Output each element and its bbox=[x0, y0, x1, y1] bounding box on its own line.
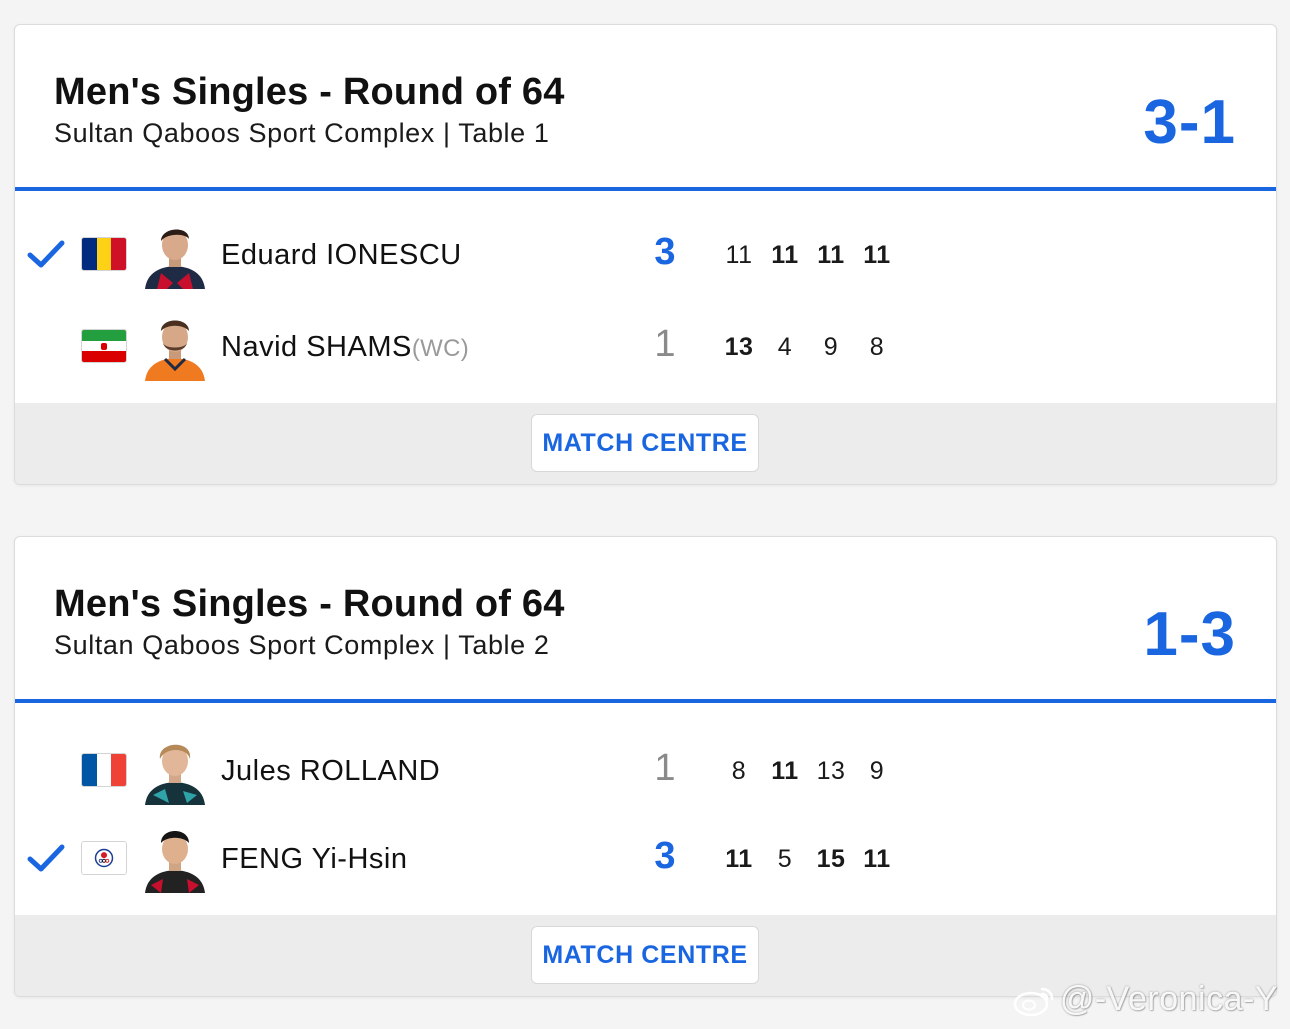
sets-won: 3 bbox=[654, 835, 676, 877]
match-score: 1-3 bbox=[1143, 600, 1236, 669]
game-score: 11 bbox=[817, 241, 845, 269]
flag-iran-icon bbox=[81, 329, 127, 363]
game-score: 11 bbox=[771, 757, 799, 785]
player-row: Jules ROLLAND 1 8 11 13 9 bbox=[15, 733, 1276, 813]
game-score: 11 bbox=[725, 845, 753, 873]
sets-won: 3 bbox=[654, 231, 676, 273]
game-score: 11 bbox=[863, 845, 891, 873]
player-avatar bbox=[145, 320, 205, 381]
player-avatar bbox=[145, 229, 205, 289]
game-score: 4 bbox=[777, 333, 793, 361]
flag-chinese-taipei-icon bbox=[81, 841, 127, 875]
game-score: 5 bbox=[777, 845, 793, 873]
match-header: Men's Singles - Round of 64 Sultan Qaboo… bbox=[15, 25, 1276, 191]
player-name[interactable]: Navid SHAMS(WC) bbox=[221, 331, 469, 364]
flag-romania-icon bbox=[81, 237, 127, 271]
game-score: 13 bbox=[816, 757, 846, 785]
weibo-icon bbox=[1013, 987, 1054, 1016]
match-venue: Sultan Qaboos Sport Complex | Table 2 bbox=[54, 630, 550, 660]
game-score: 15 bbox=[816, 845, 846, 873]
player-row: FENG Yi-Hsin 3 11 5 15 11 bbox=[15, 821, 1276, 901]
match-title: Men's Singles - Round of 64 bbox=[54, 71, 565, 113]
match-title: Men's Singles - Round of 64 bbox=[54, 583, 565, 625]
game-score: 11 bbox=[725, 241, 753, 269]
player-name[interactable]: FENG Yi-Hsin bbox=[221, 843, 407, 876]
game-score: 11 bbox=[863, 241, 891, 269]
watermark: @-Veronica-Y bbox=[1012, 980, 1278, 1019]
sets-won: 1 bbox=[654, 747, 676, 789]
game-score: 11 bbox=[771, 241, 799, 269]
match-score: 3-1 bbox=[1143, 88, 1236, 157]
player-name[interactable]: Jules ROLLAND bbox=[221, 755, 440, 788]
player-avatar bbox=[145, 831, 205, 893]
winner-check-icon bbox=[27, 240, 65, 268]
match-footer: MATCH CENTRE bbox=[15, 403, 1276, 484]
match-card: Men's Singles - Round of 64 Sultan Qaboo… bbox=[14, 536, 1277, 997]
player-row: Navid SHAMS(WC) 1 13 4 9 8 bbox=[15, 309, 1276, 389]
game-score: 8 bbox=[731, 757, 747, 785]
player-avatar bbox=[145, 744, 205, 805]
match-centre-button[interactable]: MATCH CENTRE bbox=[531, 926, 759, 984]
game-score: 8 bbox=[869, 333, 885, 361]
match-venue: Sultan Qaboos Sport Complex | Table 1 bbox=[54, 118, 550, 148]
game-score: 9 bbox=[823, 333, 839, 361]
sets-won: 1 bbox=[654, 323, 676, 365]
player-row: Eduard IONESCU 3 11 11 11 11 bbox=[15, 217, 1276, 297]
player-name[interactable]: Eduard IONESCU bbox=[221, 239, 462, 272]
game-score: 13 bbox=[724, 333, 754, 361]
watermark-text: @-Veronica-Y bbox=[1059, 980, 1278, 1018]
winner-check-icon bbox=[27, 844, 65, 872]
match-card: Men's Singles - Round of 64 Sultan Qaboo… bbox=[14, 24, 1277, 485]
match-header: Men's Singles - Round of 64 Sultan Qaboo… bbox=[15, 537, 1276, 703]
game-score: 9 bbox=[869, 757, 885, 785]
flag-france-icon bbox=[81, 753, 127, 787]
wildcard-tag: (WC) bbox=[411, 335, 469, 362]
match-centre-button[interactable]: MATCH CENTRE bbox=[531, 414, 759, 472]
